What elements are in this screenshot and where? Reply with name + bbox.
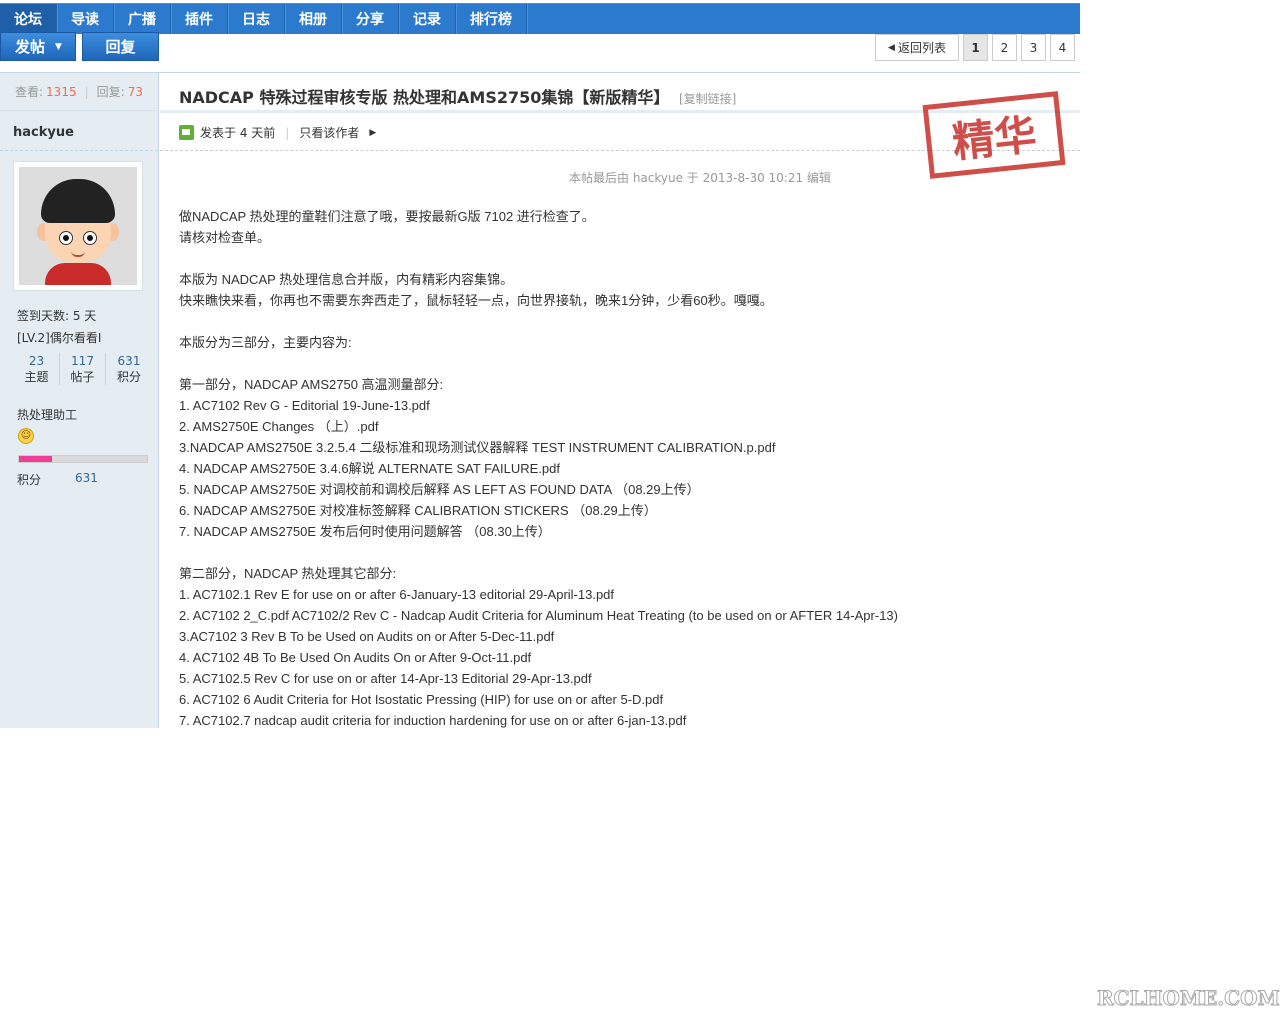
count-value: 631 xyxy=(117,354,141,368)
avatar-image xyxy=(19,167,137,285)
nav-item-guide[interactable]: 导读 xyxy=(57,4,114,34)
copy-link-button[interactable]: [复制链接] xyxy=(679,92,736,106)
post-line: 本版为 NADCAP 热处理信息合并版，内有精彩内容集锦。 xyxy=(179,272,514,287)
author-info: 签到天数: 5 天 [LV.2]偶尔看看I xyxy=(17,305,101,349)
nav-item-records[interactable]: 记录 xyxy=(399,4,456,34)
chevron-down-icon: ▼ xyxy=(55,41,62,52)
views-label: 查看: xyxy=(15,85,44,99)
signin-days: 签到天数: 5 天 xyxy=(17,309,97,323)
count-points[interactable]: 631 积分 xyxy=(106,353,152,385)
post-line: 6. NADCAP AMS2750E 对校准标签解释 CALIBRATION S… xyxy=(179,503,657,518)
edit-note: 本帖最后由 hackyue 于 2013-8-30 10:21 编辑 xyxy=(569,171,831,185)
author-name[interactable]: hackyue xyxy=(0,111,158,151)
post-line: 4. NADCAP AMS2750E 3.4.6解说 ALTERNATE SAT… xyxy=(179,461,561,476)
post-line: 6. AC7102 6 Audit Criteria for Hot Isost… xyxy=(179,692,664,707)
featured-stamp: 精华 xyxy=(922,91,1066,179)
nav-item-broadcast[interactable]: 广播 xyxy=(114,4,171,34)
smiley-icon: ☺ xyxy=(18,428,34,444)
avatar[interactable] xyxy=(13,161,143,291)
user-rank: 热处理助工 xyxy=(17,408,78,422)
user-level[interactable]: [LV.2]偶尔看看I xyxy=(17,327,101,349)
post-line: 快来瞧快来看，你再也不需要东奔西走了，鼠标轻轻一点，向世界接轨，晚来1分钟，少看… xyxy=(179,293,773,308)
page-2[interactable]: 2 xyxy=(992,34,1017,61)
level-progress-bar xyxy=(18,455,148,463)
only-author-link[interactable]: 只看该作者 xyxy=(299,124,359,141)
count-label: 积分 xyxy=(116,370,141,384)
back-to-list-button[interactable]: ◀ 返回列表 xyxy=(875,34,959,61)
post-title: NADCAP 特殊过程审核专版 热处理和AMS2750集锦【新版精华】 xyxy=(179,88,670,107)
post-title-row: NADCAP 特殊过程审核专版 热处理和AMS2750集锦【新版精华】 [复制链… xyxy=(179,84,736,108)
post-line: 1. AC7102 Rev G - Editorial 19-June-13.p… xyxy=(179,398,430,413)
nav-item-ranking[interactable]: 排行榜 xyxy=(456,4,527,34)
post-line: 做NADCAP 热处理的童鞋们注意了哦，要按最新G版 7102 进行检查了。 xyxy=(179,209,595,224)
post-line: 2. AC7102 2_C.pdf AC7102/2 Rev C - Nadca… xyxy=(179,608,898,623)
post-line: 第一部分，NADCAP AMS2750 高温测量部分: xyxy=(179,377,444,392)
post-line: 4. AC7102 4B To Be Used On Audits On or … xyxy=(179,650,532,665)
caret-left-icon: ◀ xyxy=(888,42,895,53)
thread-stats: 查看: 1315 | 回复: 73 xyxy=(0,73,158,111)
level-progress-fill xyxy=(19,456,53,462)
replies-count: 73 xyxy=(127,84,143,99)
nav-item-plugins[interactable]: 插件 xyxy=(171,4,228,34)
post-line: 请核对检查单。 xyxy=(179,230,271,245)
post-time: 发表于 4 天前 xyxy=(200,126,276,140)
author-sidebar: 查看: 1315 | 回复: 73 hackyue 签到天数: 5 天 [LV.… xyxy=(0,73,159,728)
stats-separator: | xyxy=(84,84,89,99)
count-posts[interactable]: 117 帖子 xyxy=(60,353,106,385)
reply-button[interactable]: 回复 xyxy=(82,32,159,61)
post-line: 7. NADCAP AMS2750E 发布后何时使用问题解答 （08.30上传） xyxy=(179,524,551,539)
nav-item-share[interactable]: 分享 xyxy=(342,4,399,34)
new-post-button[interactable]: 发帖 ▼ xyxy=(0,32,76,61)
post-line: 7. AC7102.7 nadcap audit criteria for in… xyxy=(179,713,687,728)
post-line: 本版分为三部分，主要内容为: xyxy=(179,335,352,350)
post-line: 5. AC7102.5 Rev C for use on or after 14… xyxy=(179,671,592,686)
post-line: 第二部分，NADCAP 热处理其它部分: xyxy=(179,566,397,581)
top-nav: 论坛 导读 广播 插件 日志 相册 分享 记录 排行榜 xyxy=(0,3,1080,34)
nav-list: 论坛 导读 广播 插件 日志 相册 分享 记录 排行榜 xyxy=(0,4,1080,34)
score-label: 积分 xyxy=(17,473,42,487)
pagination: ◀ 返回列表 1 2 3 4 xyxy=(875,34,1075,61)
score-row: 积分 631 xyxy=(17,471,98,488)
new-post-label: 发帖 xyxy=(15,38,46,56)
post-line: 3.AC7102 3 Rev B To be Used on Audits on… xyxy=(179,629,555,644)
nav-item-album[interactable]: 相册 xyxy=(285,4,342,34)
page-1[interactable]: 1 xyxy=(963,34,988,61)
page-3[interactable]: 3 xyxy=(1021,34,1046,61)
page-4[interactable]: 4 xyxy=(1050,34,1075,61)
back-to-list-label: 返回列表 xyxy=(897,41,946,55)
reply-label: 回复 xyxy=(105,38,136,56)
watermark: RCLHOME.COM xyxy=(1097,986,1280,1011)
count-topics[interactable]: 23 主题 xyxy=(14,353,60,385)
caret-right-icon[interactable]: ▶ xyxy=(369,128,376,138)
divider xyxy=(0,72,1080,73)
score-value: 631 xyxy=(75,471,98,485)
replies-label: 回复: xyxy=(96,85,125,99)
post-line: 5. NADCAP AMS2750E 对调校前和调校后解释 AS LEFT AS… xyxy=(179,482,700,497)
views-count: 1315 xyxy=(46,84,77,99)
post-body: 做NADCAP 热处理的童鞋们注意了哦，要按最新G版 7102 进行检查了。 请核… xyxy=(179,206,898,731)
post-line: 2. AMS2750E Changes （上）.pdf xyxy=(179,419,379,434)
count-label: 帖子 xyxy=(70,370,95,384)
post-line: 1. AC7102.1 Rev E for use on or after 6-… xyxy=(179,587,615,602)
nav-item-forum[interactable]: 论坛 xyxy=(0,4,57,34)
meta-separator: | xyxy=(285,125,290,140)
post-line: 3.NADCAP AMS2750E 3.2.5.4 二级标准和现场测试仪器解释 … xyxy=(179,440,776,455)
post-meta: 发表于 4 天前 | 只看该作者 ▶ xyxy=(179,124,376,141)
online-status-icon xyxy=(179,125,194,140)
nav-item-blog[interactable]: 日志 xyxy=(228,4,285,34)
author-counts: 23 主题 117 帖子 631 积分 xyxy=(14,353,152,385)
count-label: 主题 xyxy=(24,370,49,384)
count-value: 117 xyxy=(71,354,94,368)
count-value: 23 xyxy=(28,354,45,368)
